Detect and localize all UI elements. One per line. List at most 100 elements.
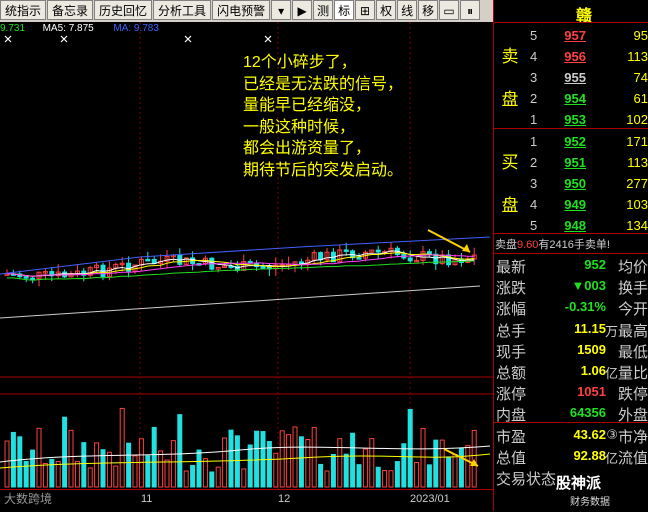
volume-bar xyxy=(202,458,208,488)
volume-bar xyxy=(215,466,221,488)
volume-bar xyxy=(164,459,170,488)
level: 1 xyxy=(530,134,538,149)
stat-label: 总手 xyxy=(496,322,527,340)
volume-bar xyxy=(439,439,445,488)
toolbar-button-4[interactable]: 闪电预警 xyxy=(212,0,271,20)
volume-bar xyxy=(298,436,304,488)
volume: 134 xyxy=(626,218,648,233)
asks-row[interactable]: 4 956 113 xyxy=(526,47,648,67)
stat-row: 总手 11.15 万最高 xyxy=(494,319,648,340)
asks-row[interactable]: 2 954 61 xyxy=(526,89,648,109)
cross-marker xyxy=(60,35,68,43)
sell-label: 卖 盘 xyxy=(501,47,519,109)
price: 950 xyxy=(564,176,586,191)
stat-row: 现手 1509 最低 xyxy=(494,340,648,361)
cross-marker xyxy=(264,35,272,43)
bids-row[interactable]: 3 950 277 xyxy=(526,174,648,194)
volume-bar xyxy=(471,429,477,488)
stat-unit: 亿 xyxy=(604,366,618,381)
volume-bar xyxy=(292,426,298,488)
volume-bar xyxy=(356,464,362,488)
candle-body xyxy=(145,258,151,262)
stat-row: 市盈 43.62 ③ 市净 xyxy=(494,425,648,446)
volume-bar xyxy=(177,414,183,488)
toolbar-button-14[interactable]: ⏸ xyxy=(460,0,481,20)
annotation-line: 期待节后的突发启动。 xyxy=(243,161,404,179)
toolbar-button-9[interactable]: ⊞ xyxy=(355,0,376,20)
volume-bar xyxy=(158,450,164,488)
stat-row: 总值 92.88 亿流值 xyxy=(494,446,648,467)
volume-bar xyxy=(209,471,215,488)
volume-bar xyxy=(62,416,68,488)
volume-bar xyxy=(273,452,279,488)
toolbar-button-3[interactable]: 分析工具 xyxy=(153,0,212,20)
panel-separator xyxy=(494,233,648,234)
stat-label-right: 换手 xyxy=(617,280,648,298)
bids-row[interactable]: 1 952 171 xyxy=(526,132,648,152)
volume-bar xyxy=(343,453,349,488)
stat-row: 涨停 1051 跌停 xyxy=(494,382,648,403)
volume-bar xyxy=(119,407,125,488)
toolbar-button-6[interactable]: ▶ xyxy=(292,0,313,20)
toolbar-button-8[interactable]: 标 xyxy=(334,0,355,20)
price: 956 xyxy=(564,49,586,64)
cross-marker xyxy=(4,35,12,43)
asks-row[interactable]: 1 953 102 xyxy=(526,110,648,130)
stat-label: 现手 xyxy=(496,343,527,361)
volume-bar xyxy=(286,434,292,488)
order-message: 卖盘9.60有2416手卖单! xyxy=(495,239,610,251)
level: 4 xyxy=(530,197,538,212)
volume-bar xyxy=(4,440,10,488)
date-label-jan: 2023/01 xyxy=(410,493,450,505)
toolbar-button-7[interactable]: 测 xyxy=(313,0,334,20)
volume-bar xyxy=(394,461,400,488)
volume-bar xyxy=(433,439,439,488)
stat-value: 1509 xyxy=(577,341,606,357)
asks-row[interactable]: 3 955 74 xyxy=(526,68,648,88)
price: 951 xyxy=(564,155,586,170)
volume-bar xyxy=(414,462,420,488)
level: 4 xyxy=(530,49,538,64)
stat-value: 952 xyxy=(584,257,606,272)
volume: 103 xyxy=(626,197,648,212)
volume-bar xyxy=(350,432,356,488)
volume-bar xyxy=(74,460,80,488)
volume-bar xyxy=(145,455,151,488)
toolbar-button-11[interactable]: 线 xyxy=(397,0,418,20)
volume-bar xyxy=(23,460,29,488)
date-label-dec: 12 xyxy=(278,493,291,505)
asks-row[interactable]: 5 957 95 xyxy=(526,26,648,46)
toolbar-button-2[interactable]: 历史回忆 xyxy=(94,0,153,20)
volume: 113 xyxy=(627,49,648,64)
volume-bar xyxy=(407,408,413,488)
date-axis: 11 12 2023/01 xyxy=(0,489,493,512)
volume-bar xyxy=(426,464,432,488)
cross-marker xyxy=(184,35,192,43)
bids-row[interactable]: 4 949 103 xyxy=(526,195,648,215)
stat-value: 11.15 xyxy=(574,320,606,336)
toolbar-button-0[interactable]: 统指示 xyxy=(0,0,47,20)
stat-label: 最新 xyxy=(496,259,527,276)
volume-bar xyxy=(330,453,336,488)
volume-bar xyxy=(382,470,388,488)
volume-bar xyxy=(17,436,23,488)
toolbar-button-13[interactable]: ▭ xyxy=(439,0,460,20)
volume-bar xyxy=(452,453,458,488)
toolbar-button-5[interactable]: ▾ xyxy=(271,0,292,20)
stat-row: 交易状态 xyxy=(494,467,648,488)
toolbar-button-1[interactable]: 备忘录 xyxy=(47,0,94,20)
date-label-nov: 11 xyxy=(141,493,153,505)
stat-label: 涨幅 xyxy=(496,301,527,319)
toolbar-button-12[interactable]: 移 xyxy=(418,0,439,20)
volume-bar xyxy=(87,467,93,488)
stat-value: 43.62 xyxy=(573,426,606,442)
volume-bar xyxy=(10,431,16,488)
toolbar: 统指示 备忘录 历史回忆 分析工具 闪电预警 ▾ ▶ 测标 ⊞ 权线移 ▭ ⏸ xyxy=(0,0,500,22)
volume-bar xyxy=(337,438,343,488)
volume-bar xyxy=(241,468,247,488)
toolbar-button-10[interactable]: 权 xyxy=(376,0,397,20)
bids-row[interactable]: 2 951 113 xyxy=(526,153,648,173)
stat-value: ▼003 xyxy=(571,278,606,294)
price: 953 xyxy=(564,112,586,127)
volume-bar xyxy=(68,429,74,488)
